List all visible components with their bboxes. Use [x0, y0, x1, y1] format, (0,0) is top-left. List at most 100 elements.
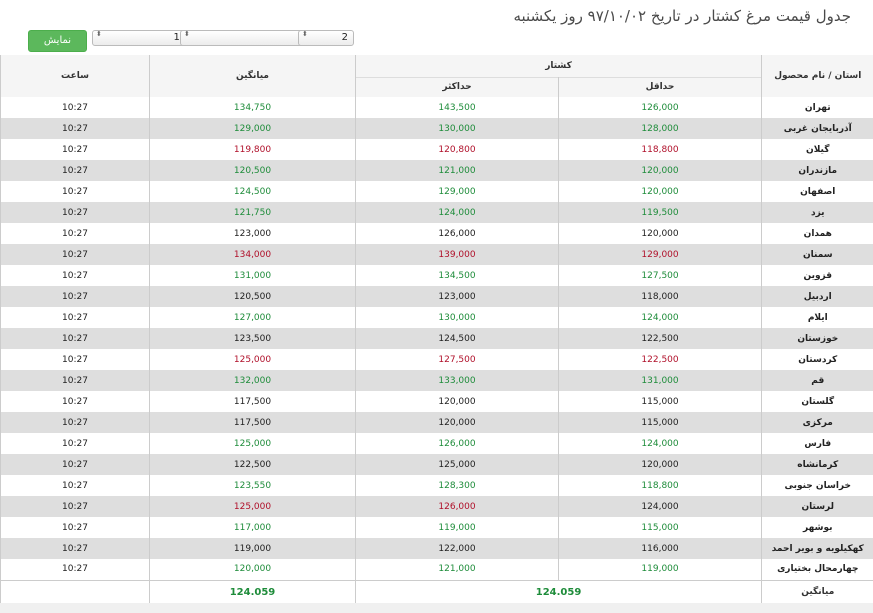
cell-average: 120,500: [149, 160, 356, 181]
cell-province: قزوین: [761, 265, 873, 286]
cell-min: 120,000: [558, 454, 762, 475]
cell-max: 122,000: [354, 538, 559, 559]
cell-time: 10:27: [0, 517, 150, 538]
cell-max: 126,000: [354, 433, 559, 454]
cell-max: 127,500: [354, 349, 559, 370]
cell-average: 127,000: [149, 307, 356, 328]
cell-time: 10:27: [0, 223, 150, 244]
cell-province: خوزستان: [761, 328, 873, 349]
cell-max: 121,000: [354, 559, 559, 580]
spinner-icon: ⬍: [184, 30, 190, 38]
cell-average: 117,500: [149, 391, 356, 412]
table-row: کردستان 122,500 127,500 125,000 10:27: [0, 349, 873, 370]
cell-time: 10:27: [0, 349, 150, 370]
horizontal-scrollbar[interactable]: [0, 603, 873, 613]
cell-province: اردبیل: [761, 286, 873, 307]
cell-province: مرکزی: [761, 412, 873, 433]
cell-time: 10:27: [0, 265, 150, 286]
cell-province: مازندران: [761, 160, 873, 181]
show-button[interactable]: نمایش: [28, 30, 87, 52]
spinner-icon: ⬍: [302, 30, 308, 38]
cell-average: 123,500: [149, 328, 356, 349]
table-row: آذربایجان غربی 128,000 130,000 129,000 10:27: [0, 118, 873, 139]
table-row: مازندران 120,000 121,000 120,500 10:27: [0, 160, 873, 181]
table-row: کرمانشاه 120,000 125,000 122,500 10:27: [0, 454, 873, 475]
cell-max: 120,000: [354, 412, 559, 433]
table-row: چهارمحال بختیاری 119,000 121,000 120,000 10:…: [0, 559, 873, 580]
cell-time: 10:27: [0, 370, 150, 391]
cell-average: 125,000: [149, 349, 356, 370]
cell-min: 119,500: [558, 202, 762, 223]
cell-province: قم: [761, 370, 873, 391]
cell-time: 10:27: [0, 160, 150, 181]
table-row: لرستان 124,000 126,000 125,000 10:27: [0, 496, 873, 517]
cell-min: 118,800: [558, 475, 762, 496]
table-body: تهران 126,000 143,500 134,750 10:27 آذربایجان…: [0, 97, 873, 580]
cell-max: 123,000: [354, 286, 559, 307]
cell-min: 124,000: [558, 307, 762, 328]
cell-min: 115,000: [558, 517, 762, 538]
footer-average-average: 124.059: [149, 579, 356, 604]
table-row: گیلان 118,800 120,800 119,800 10:27: [0, 139, 873, 160]
cell-max: 129,000: [354, 181, 559, 202]
cell-time: 10:27: [0, 97, 150, 118]
cell-average: 119,000: [149, 538, 356, 559]
table-row: بوشهر 115,000 119,000 117,000 10:27: [0, 517, 873, 538]
cell-province: کرمانشاه: [761, 454, 873, 475]
cell-average: 117,500: [149, 412, 356, 433]
cell-max: 125,000: [354, 454, 559, 475]
cell-province: سمنان: [761, 244, 873, 265]
cell-min: 120,000: [558, 181, 762, 202]
table-row: سمنان 129,000 139,000 134,000 10:27: [0, 244, 873, 265]
header-average: میانگین: [149, 55, 356, 97]
cell-province: گیلان: [761, 139, 873, 160]
header-min: حداقل: [558, 76, 762, 97]
cell-min: 131,000: [558, 370, 762, 391]
cell-min: 116,000: [558, 538, 762, 559]
table-row: کهکیلویه و بویر احمد 116,000 122,000 119,00…: [0, 538, 873, 559]
table-row: قزوین 127,500 134,500 131,000 10:27: [0, 265, 873, 286]
cell-time: 10:27: [0, 496, 150, 517]
table-row: ایلام 124,000 130,000 127,000 10:27: [0, 307, 873, 328]
day-select[interactable]: ⬍ 2: [298, 30, 354, 46]
cell-average: 122,500: [149, 454, 356, 475]
cell-average: 120,000: [149, 559, 356, 580]
cell-average: 132,000: [149, 370, 356, 391]
cell-province: بوشهر: [761, 517, 873, 538]
cell-province: آذربایجان غربی: [761, 118, 873, 139]
cell-time: 10:27: [0, 118, 150, 139]
cell-average: 117,000: [149, 517, 356, 538]
cell-time: 10:27: [0, 391, 150, 412]
cell-time: 10:27: [0, 307, 150, 328]
table-row: فارس 124,000 126,000 125,000 10:27: [0, 433, 873, 454]
cell-average: 134,750: [149, 97, 356, 118]
footer-min-max-average: 124.059: [354, 579, 762, 604]
cell-min: 127,500: [558, 265, 762, 286]
cell-time: 10:27: [0, 559, 150, 580]
cell-max: 126,000: [354, 496, 559, 517]
cell-min: 126,000: [558, 97, 762, 118]
cell-max: 133,000: [354, 370, 559, 391]
table-footer-row: میانگین 124.059 124.059: [0, 579, 873, 604]
cell-max: 143,500: [354, 97, 559, 118]
table-row: قم 131,000 133,000 132,000 10:27: [0, 370, 873, 391]
cell-max: 121,000: [354, 160, 559, 181]
table-row: همدان 120,000 126,000 123,000 10:27: [0, 223, 873, 244]
cell-province: کهکیلویه و بویر احمد: [761, 538, 873, 559]
cell-time: 10:27: [0, 139, 150, 160]
table-row: خراسان جنوبی 118,800 128,300 123,550 10:27: [0, 475, 873, 496]
cell-average: 125,000: [149, 433, 356, 454]
cell-province: فارس: [761, 433, 873, 454]
cell-min: 120,000: [558, 223, 762, 244]
cell-average: 121,750: [149, 202, 356, 223]
cell-max: 120,000: [354, 391, 559, 412]
cell-max: 130,000: [354, 307, 559, 328]
cell-province: یزد: [761, 202, 873, 223]
cell-time: 10:27: [0, 412, 150, 433]
cell-max: 124,500: [354, 328, 559, 349]
table-row: تهران 126,000 143,500 134,750 10:27: [0, 97, 873, 118]
cell-time: 10:27: [0, 181, 150, 202]
cell-min: 128,000: [558, 118, 762, 139]
cell-min: 124,000: [558, 433, 762, 454]
cell-average: 123,550: [149, 475, 356, 496]
